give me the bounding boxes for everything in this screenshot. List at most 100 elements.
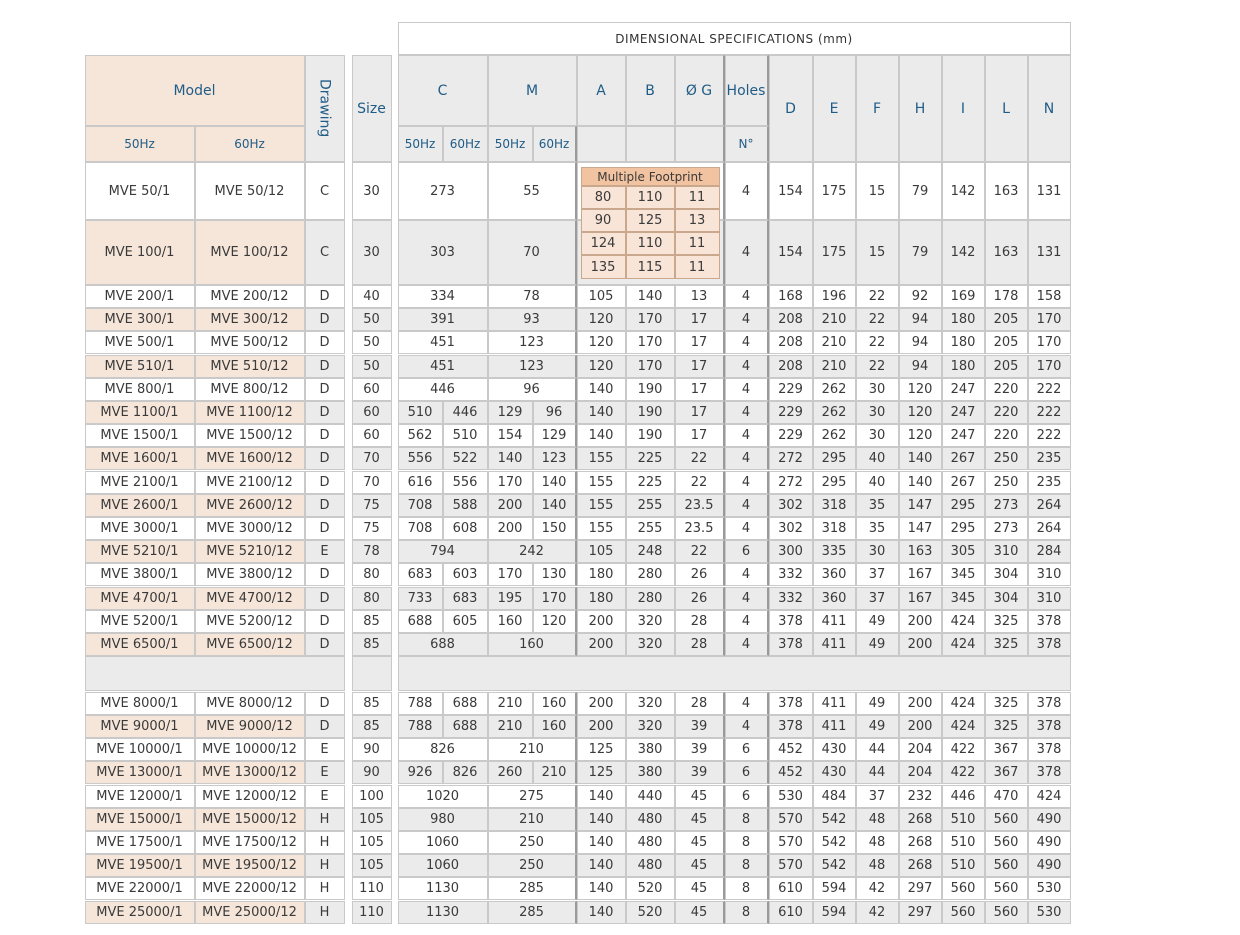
- footprint-cell: 90: [580, 209, 626, 232]
- dim-h-cell: 92: [898, 285, 942, 308]
- c-50hz-cell: 683: [397, 563, 443, 587]
- c-60hz-cell: 688: [442, 714, 488, 738]
- b-cell: 225: [625, 447, 675, 471]
- dim-e-cell: 411: [812, 609, 856, 633]
- m-50hz-cell: 200: [487, 493, 533, 517]
- size-cell: 75: [351, 493, 392, 517]
- c-50hz-cell: 733: [397, 586, 443, 610]
- dim-h-cell: 200: [898, 714, 942, 738]
- dim-e-cell: 295: [812, 447, 856, 471]
- dim-l-cell: 470: [984, 784, 1028, 808]
- drawing-cell: C: [304, 220, 345, 285]
- a-cell: 200: [576, 714, 626, 738]
- b-cell: 480: [625, 830, 675, 854]
- c-cell: 451: [397, 331, 488, 355]
- dim-i-cell: 446: [941, 784, 985, 808]
- dim-h-cell: 204: [898, 761, 942, 785]
- dim-h-cell: 140: [898, 470, 942, 494]
- header-m-50hz: 50Hz: [487, 126, 533, 162]
- dim-n-cell: 490: [1027, 807, 1071, 831]
- dim-l-cell: 205: [984, 308, 1028, 332]
- dim-n-cell: 222: [1027, 401, 1071, 424]
- size-cell: 85: [351, 714, 392, 738]
- size-cell: 80: [351, 563, 392, 587]
- b-cell: 170: [625, 354, 675, 378]
- dim-n-cell: 378: [1027, 691, 1071, 715]
- c-50hz-cell: 788: [397, 691, 443, 715]
- footprint-cell: 80: [580, 186, 626, 209]
- dim-n-cell: 310: [1027, 586, 1071, 610]
- c-50hz-cell: 708: [397, 517, 443, 540]
- section-gap: [84, 656, 345, 692]
- size-cell: 90: [351, 738, 392, 762]
- dim-n-cell: 424: [1027, 784, 1071, 808]
- g-cell: 39: [674, 761, 725, 785]
- dim-n-cell: 490: [1027, 854, 1071, 878]
- a-cell: 105: [576, 285, 626, 308]
- m-cell: 210: [487, 807, 577, 831]
- holes-cell: 4: [724, 285, 769, 308]
- g-cell: 45: [674, 854, 725, 878]
- g-cell: 45: [674, 900, 725, 924]
- holes-cell: 6: [724, 738, 769, 762]
- dim-i-cell: 247: [941, 401, 985, 424]
- footprint-cell: 135: [580, 255, 626, 279]
- holes-cell: 4: [724, 714, 769, 738]
- b-cell: 190: [625, 377, 675, 401]
- size-cell: 105: [351, 830, 392, 854]
- m-60hz-cell: 123: [532, 447, 577, 471]
- header-model-60hz: 60Hz: [194, 126, 305, 162]
- dim-e-cell: 335: [812, 540, 856, 564]
- b-cell: 190: [625, 424, 675, 448]
- drawing-cell: D: [304, 714, 345, 738]
- holes-cell: 8: [724, 830, 769, 854]
- m-50hz-cell: 170: [487, 563, 533, 587]
- b-cell: 380: [625, 738, 675, 762]
- model-60hz: MVE 1100/12: [194, 401, 305, 424]
- model-60hz: MVE 3000/12: [194, 517, 305, 540]
- drawing-cell: E: [304, 540, 345, 564]
- g-cell: 45: [674, 784, 725, 808]
- model-60hz: MVE 5200/12: [194, 609, 305, 633]
- dim-h-cell: 94: [898, 354, 942, 378]
- dim-e-cell: 262: [812, 401, 856, 424]
- dim-e-cell: 430: [812, 738, 856, 762]
- dim-l-cell: 304: [984, 586, 1028, 610]
- dim-i-cell: 345: [941, 586, 985, 610]
- c-50hz-cell: 616: [397, 470, 443, 494]
- header-i: I: [941, 55, 985, 162]
- dim-e-cell: 594: [812, 877, 856, 901]
- c-60hz-cell: 688: [442, 691, 488, 715]
- model-50hz: MVE 22000/1: [84, 877, 195, 901]
- model-50hz: MVE 15000/1: [84, 807, 195, 831]
- dim-d-cell: 154: [768, 162, 813, 220]
- model-50hz: MVE 13000/1: [84, 761, 195, 785]
- section-gap: [397, 656, 1071, 692]
- g-cell: 28: [674, 691, 725, 715]
- dim-n-cell: 264: [1027, 493, 1071, 517]
- dim-e-cell: 594: [812, 900, 856, 924]
- dim-i-cell: 142: [941, 162, 985, 220]
- dim-d-cell: 272: [768, 447, 813, 471]
- m-60hz-cell: 140: [532, 493, 577, 517]
- dim-f-cell: 35: [855, 517, 899, 540]
- header-g: Ø G: [674, 55, 725, 126]
- size-cell: 105: [351, 807, 392, 831]
- model-50hz: MVE 19500/1: [84, 854, 195, 878]
- dim-l-cell: 273: [984, 493, 1028, 517]
- c-cell: 273: [397, 162, 488, 220]
- c-cell: 391: [397, 308, 488, 332]
- dim-i-cell: 424: [941, 633, 985, 656]
- c-cell: 794: [397, 540, 488, 564]
- dim-n-cell: 235: [1027, 470, 1071, 494]
- dim-d-cell: 332: [768, 563, 813, 587]
- size-cell: 80: [351, 586, 392, 610]
- dim-e-cell: 484: [812, 784, 856, 808]
- drawing-cell: D: [304, 493, 345, 517]
- size-cell: 50: [351, 308, 392, 332]
- m-60hz-cell: 129: [532, 424, 577, 448]
- a-cell: 155: [576, 470, 626, 494]
- drawing-cell: D: [304, 285, 345, 308]
- header-b: B: [625, 55, 675, 126]
- c-50hz-cell: 562: [397, 424, 443, 448]
